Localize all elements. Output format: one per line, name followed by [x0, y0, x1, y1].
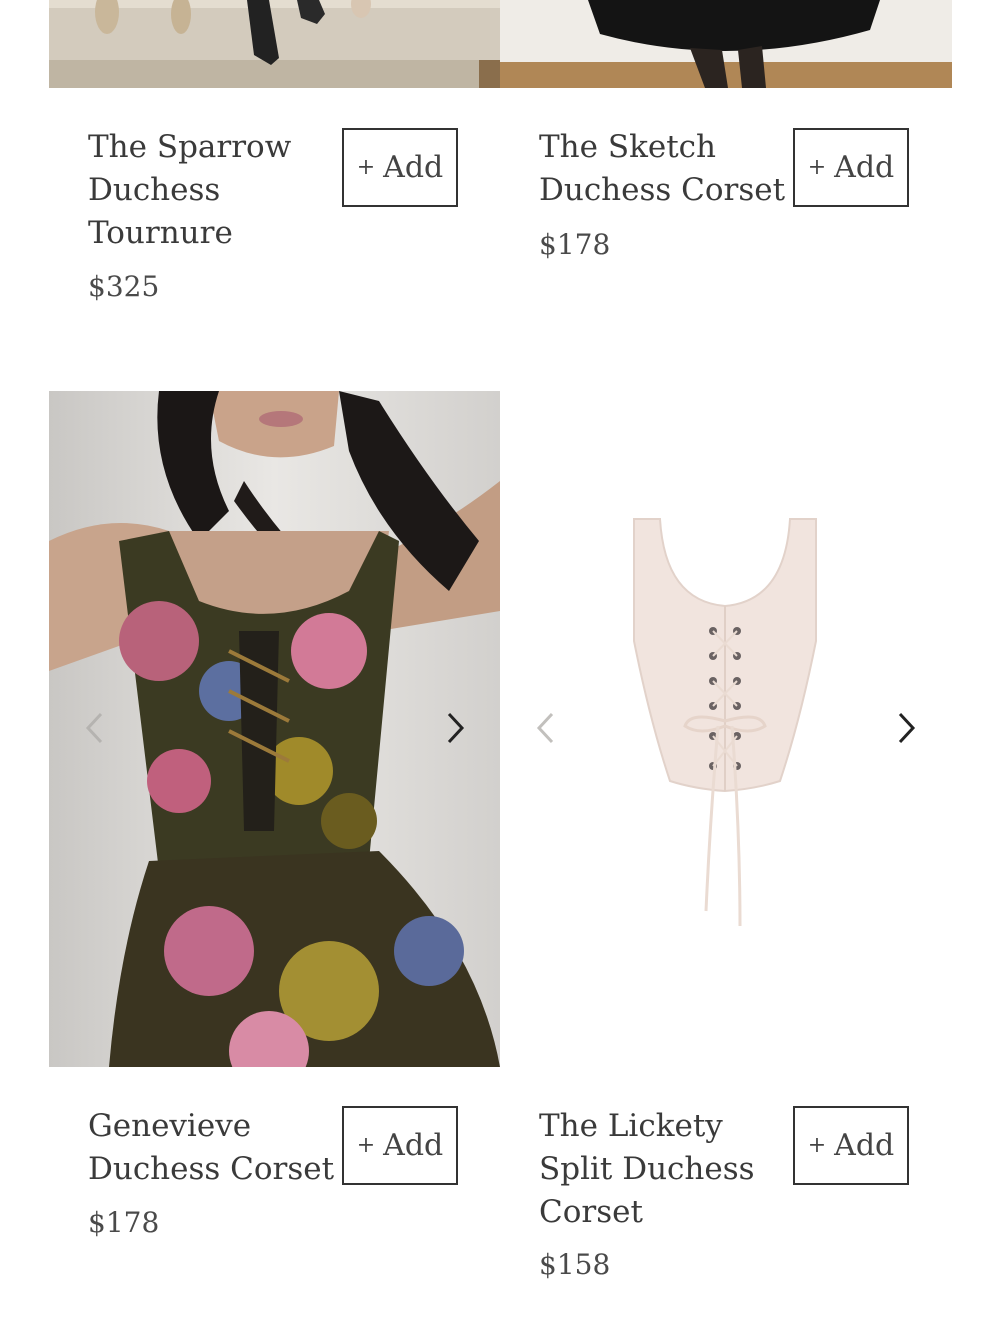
product-title-line[interactable]: Split Duchess	[539, 1148, 755, 1191]
product-title-line[interactable]: The Sketch	[539, 126, 785, 169]
product-title-line[interactable]: Corset	[539, 1191, 755, 1234]
add-to-cart-button[interactable]: + Add	[793, 128, 909, 207]
add-to-cart-button[interactable]: + Add	[342, 1106, 458, 1185]
add-to-cart-button[interactable]: + Add	[342, 128, 458, 207]
product-title-line[interactable]: Duchess Corset	[88, 1148, 334, 1191]
product-price: $325	[88, 270, 160, 303]
product-price: $178	[88, 1206, 160, 1239]
chevron-left-icon	[85, 712, 103, 744]
chevron-right-icon	[447, 712, 465, 744]
product-title-line[interactable]: Tournure	[88, 212, 291, 255]
product-title-line[interactable]: The Sparrow	[88, 126, 291, 169]
product-title-sparrow-duchess-tournure[interactable]: The Sparrow Duchess Tournure	[88, 126, 291, 255]
product-title-line[interactable]: Duchess Corset	[539, 169, 785, 212]
carousel-next-button[interactable]	[441, 708, 471, 748]
chevron-left-icon	[536, 712, 554, 744]
product-title-sketch-duchess-corset[interactable]: The Sketch Duchess Corset	[539, 126, 785, 212]
product-image-sketch-duchess-corset[interactable]	[500, 0, 952, 88]
product-image-sparrow-duchess-tournure[interactable]	[49, 0, 500, 88]
chevron-right-icon	[898, 712, 916, 744]
product-image-genevieve-duchess-corset[interactable]	[49, 391, 500, 1067]
product-title-line[interactable]: Duchess	[88, 169, 291, 212]
add-button-label: Add	[834, 1128, 895, 1163]
product-title-lickety-split-duchess-corset[interactable]: The Lickety Split Duchess Corset	[539, 1105, 755, 1234]
plus-icon: +	[807, 155, 827, 180]
carousel-prev-button[interactable]	[530, 708, 560, 748]
plus-icon: +	[807, 1133, 827, 1158]
product-image-lickety-split-duchess-corset[interactable]	[500, 391, 952, 1067]
add-button-label: Add	[834, 150, 895, 185]
product-title-line[interactable]: Genevieve	[88, 1105, 334, 1148]
add-button-label: Add	[383, 150, 444, 185]
product-price: $158	[539, 1248, 611, 1281]
product-title-genevieve-duchess-corset[interactable]: Genevieve Duchess Corset	[88, 1105, 334, 1191]
product-price: $178	[539, 228, 611, 261]
add-to-cart-button[interactable]: + Add	[793, 1106, 909, 1185]
plus-icon: +	[356, 1133, 376, 1158]
product-title-line[interactable]: The Lickety	[539, 1105, 755, 1148]
carousel-prev-button[interactable]	[79, 708, 109, 748]
carousel-next-button[interactable]	[892, 708, 922, 748]
plus-icon: +	[356, 155, 376, 180]
add-button-label: Add	[383, 1128, 444, 1163]
